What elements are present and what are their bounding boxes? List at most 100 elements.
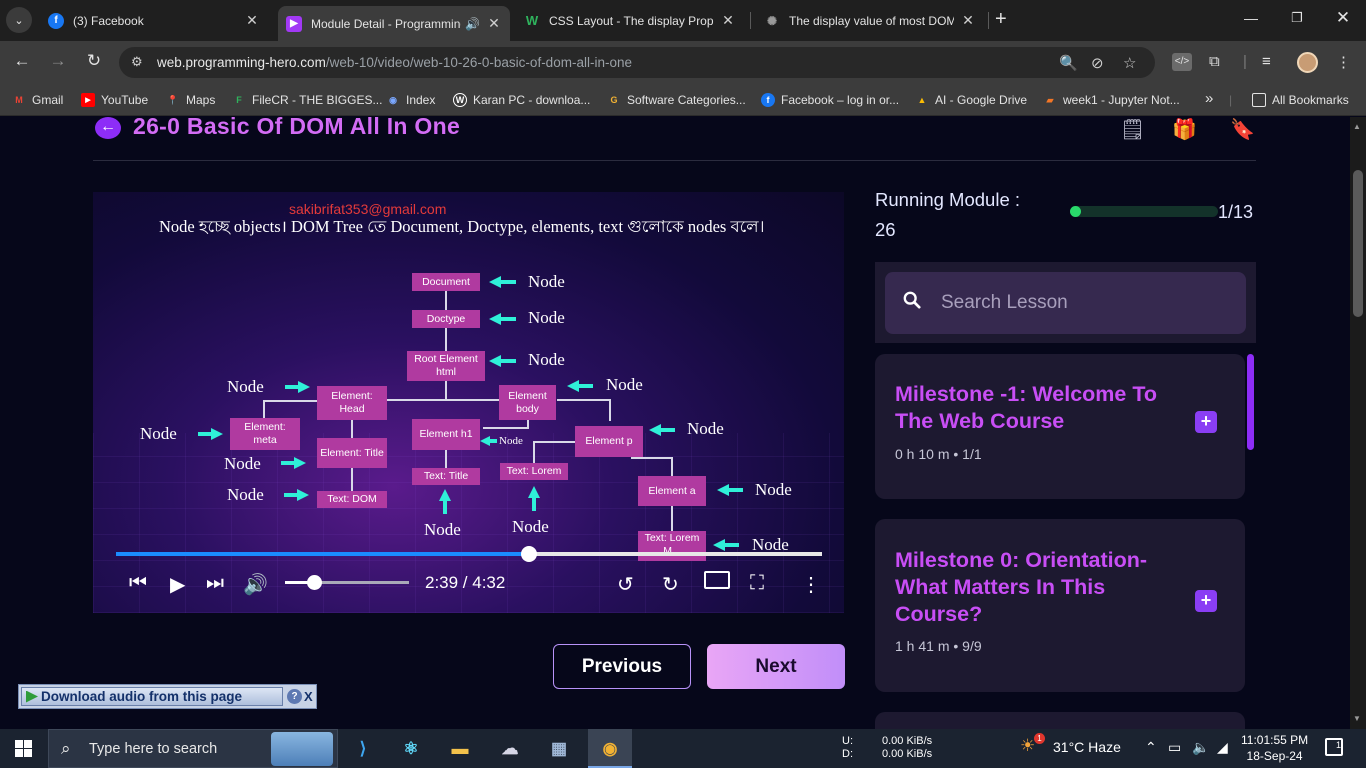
expand-plus-icon[interactable]: +	[1195, 411, 1217, 433]
paint-icon[interactable]: ☁	[496, 735, 524, 763]
extension-code-icon[interactable]: </>	[1172, 53, 1192, 71]
windows-start-icon[interactable]	[15, 740, 32, 757]
help-icon[interactable]: ?	[287, 689, 302, 704]
tab-facebook[interactable]: f (3) Facebook ✕	[40, 6, 268, 35]
bookmark-google-drive[interactable]: ▲ AI - Google Drive	[915, 93, 1028, 107]
close-window-button[interactable]: ✕	[1333, 8, 1353, 28]
skip-previous-icon[interactable]: ⏮	[129, 572, 147, 595]
next-button[interactable]: Next	[707, 644, 845, 689]
fullscreen-icon[interactable]: ⛶	[750, 572, 764, 595]
notification-icon[interactable]: 1	[1325, 738, 1343, 756]
weather-badge: 1	[1034, 733, 1045, 744]
zoom-icon[interactable]: 🔍	[1059, 54, 1078, 72]
bookmark-index[interactable]: ◉ Index	[386, 93, 435, 107]
bookmark-gmail[interactable]: M Gmail	[12, 93, 63, 107]
expand-plus-icon[interactable]: +	[1195, 590, 1217, 612]
forward-arrow-icon[interactable]: →	[47, 51, 69, 71]
bookmark-icon[interactable]: 🔖	[1230, 117, 1255, 142]
network-icon[interactable]: ▭	[1168, 739, 1181, 756]
more-options-icon[interactable]: ⋮	[801, 572, 821, 597]
scroll-down-icon[interactable]: ▼	[1353, 714, 1361, 723]
rewind-10-icon[interactable]: ↺	[617, 572, 634, 597]
previous-button[interactable]: Previous	[553, 644, 691, 689]
reload-icon[interactable]: ↻	[83, 51, 105, 71]
bookmark-facebook[interactable]: f Facebook – log in or...	[761, 93, 899, 107]
wifi-icon[interactable]: ◢	[1217, 739, 1228, 756]
milestone-card[interactable]: Milestone 0: Orientation- What Matters I…	[875, 519, 1245, 692]
close-tab-icon[interactable]: ✕	[720, 12, 736, 29]
close-tab-icon[interactable]: ✕	[486, 15, 502, 32]
weather-text[interactable]: 31°C Haze	[1053, 739, 1121, 755]
theater-mode-icon[interactable]	[704, 571, 730, 589]
new-tab-button[interactable]: +	[995, 9, 1007, 29]
url-text[interactable]: web.programming-hero.com/web-10/video/we…	[157, 55, 632, 70]
tab-module-detail[interactable]: ▶ Module Detail - Programming Hero 🔊 ✕	[278, 6, 510, 41]
restore-button[interactable]: ❐	[1287, 10, 1307, 26]
page-scrollbar[interactable]: ▲ ▼	[1350, 117, 1366, 729]
close-tab-icon[interactable]: ✕	[244, 12, 260, 29]
notes-icon[interactable]: 🗒	[1120, 117, 1145, 142]
minimize-button[interactable]: —	[1241, 10, 1261, 26]
media-control-icon[interactable]: ≡	[1262, 53, 1271, 70]
video-progress-bar[interactable]	[116, 546, 822, 562]
menu-kebab-icon[interactable]: ⋮	[1336, 53, 1351, 71]
tab-css-layout[interactable]: W CSS Layout - The display Property ✕	[516, 6, 744, 35]
extensions-puzzle-icon[interactable]: ⧉	[1209, 53, 1220, 70]
bookmarks-overflow-button[interactable]: »	[1205, 90, 1213, 107]
scroll-up-icon[interactable]: ▲	[1353, 122, 1361, 131]
milestone-list-scrollbar[interactable]	[1247, 354, 1254, 450]
bookmark-filecr[interactable]: F FileCR - THE BIGGES...	[232, 93, 382, 107]
vscode-icon[interactable]: ⟩	[349, 735, 377, 763]
weather-icon[interactable]: ☀ 1	[1020, 733, 1045, 756]
page-scrollbar-thumb[interactable]	[1353, 170, 1363, 317]
url-path: /web-10/video/web-10-26-0-basic-of-dom-a…	[325, 55, 632, 70]
calculator-icon[interactable]: ▦	[545, 735, 573, 763]
volume-icon[interactable]: 🔊	[243, 572, 268, 597]
close-tab-icon[interactable]: ✕	[960, 12, 976, 29]
speaker-icon[interactable]: 🔊	[465, 17, 480, 31]
milestone-card[interactable]: Milestone -1: Welcome To The Web Course …	[875, 354, 1245, 499]
chrome-icon[interactable]: ◉	[596, 735, 624, 763]
browser-toolbar: ← → ↻ ⚙ web.programming-hero.com/web-10/…	[0, 41, 1366, 84]
bookmark-maps[interactable]: 📍 Maps	[166, 93, 215, 107]
volume-icon[interactable]: 🔈	[1192, 739, 1209, 756]
bookmark-software-categories[interactable]: G Software Categories...	[607, 93, 745, 107]
file-explorer-icon[interactable]: ▬	[446, 735, 474, 763]
volume-slider[interactable]	[285, 575, 409, 590]
profile-avatar[interactable]	[1297, 52, 1318, 73]
search-lesson-input[interactable]	[941, 289, 1231, 317]
bookmark-star-icon[interactable]: ☆	[1123, 54, 1136, 72]
react-icon[interactable]: ⚛	[397, 735, 425, 763]
gift-box-icon[interactable]: 🎁	[1172, 117, 1197, 142]
video-player[interactable]: sakibrifat353@gmail.com Node হচ্ছে objec…	[93, 192, 844, 613]
address-bar[interactable]: ⚙ web.programming-hero.com/web-10/video/…	[119, 47, 1155, 78]
taskbar-search-box[interactable]: ⌕ Type here to search	[48, 729, 338, 768]
bookmark-karan-pc[interactable]: W Karan PC - downloa...	[453, 93, 590, 107]
close-extension-bar-icon[interactable]: X	[304, 689, 313, 704]
taskbar-clock[interactable]: 11:01:55 PM 18-Sep-24	[1241, 732, 1308, 764]
tab-display-value[interactable]: ✺ The display value of most DOM ✕	[756, 6, 984, 35]
search-icon	[903, 291, 921, 309]
facebook-icon: f	[761, 93, 775, 107]
volume-slider-knob[interactable]	[306, 575, 322, 590]
skip-next-icon[interactable]: ⏭	[206, 572, 224, 595]
back-arrow-icon[interactable]: ←	[95, 117, 121, 139]
eye-off-icon[interactable]: ⊘	[1091, 54, 1104, 72]
all-bookmarks-button[interactable]: All Bookmarks	[1252, 93, 1349, 107]
milestone-card[interactable]	[875, 712, 1245, 729]
tab-search-button[interactable]: ⌄	[6, 7, 32, 33]
play-icon[interactable]: ▶	[170, 572, 185, 597]
milestone-title: Milestone -1: Welcome To The Web Course	[895, 382, 1158, 433]
video-progress-knob[interactable]	[521, 546, 537, 562]
module-count: 1/13	[1218, 202, 1254, 222]
forward-10-icon[interactable]: ↻	[662, 572, 679, 597]
milestone-title: Milestone 0: Orientation- What Matters I…	[895, 548, 1148, 626]
bookmark-youtube[interactable]: ▶ YouTube	[81, 93, 148, 107]
bookmark-label: Karan PC - downloa...	[473, 93, 591, 107]
download-audio-button[interactable]: Download audio from this page	[21, 687, 283, 706]
back-arrow-icon[interactable]: ←	[11, 51, 33, 71]
tab-separator	[988, 12, 989, 29]
bookmark-jupyter[interactable]: ▰ week1 - Jupyter Not...	[1043, 93, 1180, 107]
chevron-up-icon[interactable]: ⌃	[1145, 739, 1157, 756]
site-info-icon[interactable]: ⚙	[131, 54, 143, 70]
